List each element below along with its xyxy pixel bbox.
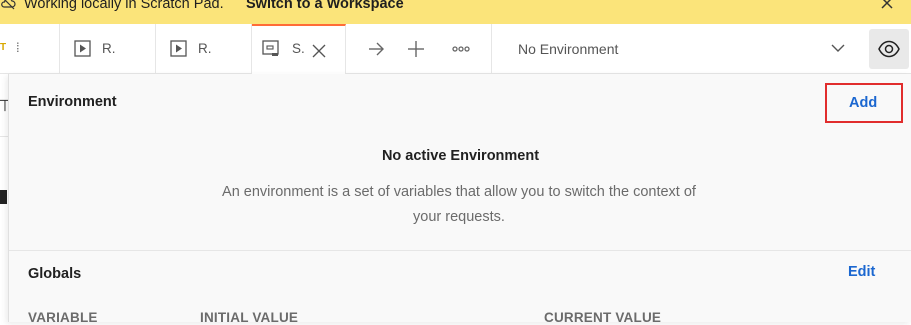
- eye-icon: [878, 40, 900, 58]
- more-icon[interactable]: [452, 40, 470, 58]
- tab-label: S.: [292, 41, 305, 56]
- run-icon: [170, 40, 187, 57]
- tab-2[interactable]: R.: [156, 24, 252, 74]
- banner-message: Working locally in Scratch Pad.: [24, 0, 224, 12]
- tab-overflow-glyph: ⁞: [16, 40, 20, 55]
- tab-label: R.: [102, 41, 116, 56]
- environment-selector[interactable]: No Environment: [491, 24, 862, 74]
- close-icon[interactable]: [879, 0, 895, 11]
- environment-selector-value: No Environment: [518, 41, 619, 57]
- save-icon: [262, 40, 279, 56]
- environment-quick-look-button[interactable]: [869, 29, 909, 69]
- environment-section-title: Environment: [28, 94, 117, 110]
- add-environment-label: Add: [849, 95, 878, 111]
- arrow-right-icon[interactable]: [367, 40, 385, 58]
- chevron-down-icon: [831, 44, 845, 52]
- globals-section-title: Globals: [28, 266, 82, 282]
- edit-globals-link[interactable]: Edit: [848, 264, 875, 280]
- empty-state-description: An environment is a set of variables tha…: [222, 184, 696, 225]
- left-pane-checkbox: [0, 190, 7, 204]
- tab-1[interactable]: R.: [60, 24, 156, 74]
- empty-state-title: No active Environment: [381, 148, 540, 164]
- close-tab-icon[interactable]: [312, 44, 326, 58]
- environment-quick-look-panel: Environment Add No active Environment An…: [8, 74, 911, 325]
- column-header-variable: VARIABLE: [28, 310, 98, 325]
- cloud-off-icon: [1, 0, 16, 10]
- tab-0[interactable]: T ⁞: [0, 24, 60, 74]
- plus-icon[interactable]: [407, 40, 425, 58]
- tab-active[interactable]: S.: [252, 24, 346, 74]
- column-header-initial-value: INITIAL VALUE: [200, 310, 299, 325]
- switch-workspace-link[interactable]: Switch to a Workspace: [246, 0, 404, 12]
- column-header-current-value: CURRENT VALUE: [544, 310, 662, 325]
- run-icon: [74, 40, 91, 57]
- tab-label: R.: [198, 41, 212, 56]
- section-divider: [9, 250, 911, 251]
- add-environment-button[interactable]: Add: [825, 83, 903, 123]
- scratch-pad-banner: Working locally in Scratch Pad. Switch t…: [0, 0, 911, 24]
- tab-badge: T: [0, 42, 7, 53]
